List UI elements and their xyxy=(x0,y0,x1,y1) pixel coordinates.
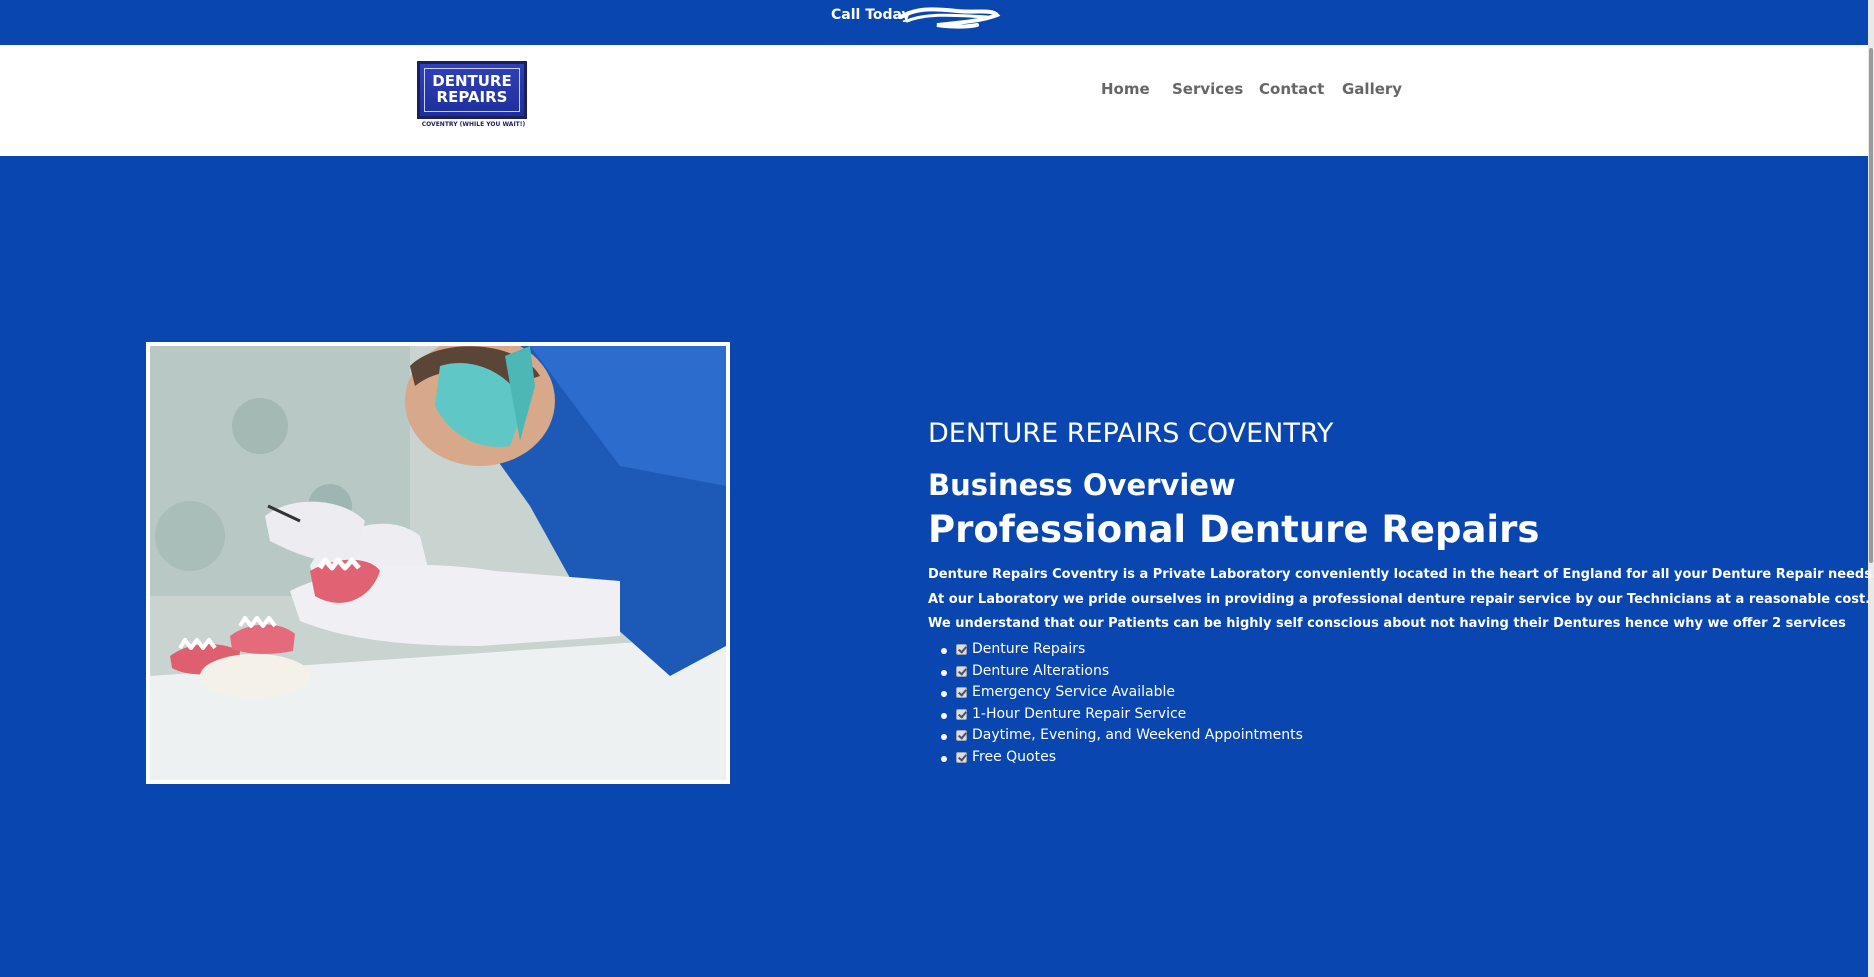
scrollbar-thumb[interactable] xyxy=(1869,48,1873,563)
bullet-icon xyxy=(941,755,947,762)
hero-eyebrow: DENTURE REPAIRS COVENTRY xyxy=(928,418,1334,449)
bullet-icon xyxy=(941,648,947,654)
nav-contact[interactable]: Contact xyxy=(1259,80,1324,98)
bullet-icon xyxy=(941,734,947,741)
service-label: Emergency Service Available xyxy=(972,684,1175,701)
bullet-icon xyxy=(941,691,947,698)
nav-services[interactable]: Services xyxy=(1172,80,1243,98)
intro-paragraph-2: At our Laboratory we pride ourselves in … xyxy=(928,592,1871,607)
checkbox-icon xyxy=(956,644,967,655)
logo-line2: REPAIRS xyxy=(436,88,508,106)
logo-line1: DENTURE xyxy=(432,72,512,90)
checkbox-icon xyxy=(956,665,967,677)
hero-subtitle: Business Overview xyxy=(928,468,1236,502)
logo-tagline: COVENTRY (WHILE YOU WAIT!) xyxy=(421,121,526,128)
redacted-phone-scribble xyxy=(899,7,1001,29)
checkbox-icon xyxy=(956,730,967,742)
page-scrollbar[interactable] xyxy=(1868,0,1874,977)
dental-technician-photo xyxy=(150,346,726,780)
checkbox-icon xyxy=(956,708,967,720)
hero-title: Professional Denture Repairs xyxy=(928,508,1540,551)
service-label: Free Quotes xyxy=(972,748,1057,765)
nav-gallery[interactable]: Gallery xyxy=(1342,80,1402,98)
checkbox-icon xyxy=(956,751,967,763)
service-label: Denture Repairs xyxy=(972,641,1086,657)
nav-home[interactable]: Home xyxy=(1101,80,1150,98)
top-bar: Call Today xyxy=(0,0,1868,45)
intro-paragraph-3: We understand that our Patients can be h… xyxy=(928,616,1846,631)
service-label: Daytime, Evening, and Weekend Appointmen… xyxy=(972,727,1303,744)
logo-inner: DENTURE REPAIRS xyxy=(424,68,520,112)
site-header: DENTURE REPAIRS COVENTRY (WHILE YOU WAIT… xyxy=(0,45,1868,156)
checkbox-icon xyxy=(956,687,967,699)
service-label: 1-Hour Denture Repair Service xyxy=(972,705,1187,722)
logo-box: DENTURE REPAIRS xyxy=(417,61,527,119)
photo-illustration xyxy=(150,346,726,780)
bullet-icon xyxy=(941,712,947,719)
logo[interactable]: DENTURE REPAIRS COVENTRY (WHILE YOU WAIT… xyxy=(414,58,533,128)
bullet-icon xyxy=(941,669,947,676)
service-label: Denture Alterations xyxy=(972,662,1110,679)
intro-paragraph-1: Denture Repairs Coventry is a Private La… xyxy=(928,567,1874,582)
hero-photo-frame xyxy=(146,342,730,784)
